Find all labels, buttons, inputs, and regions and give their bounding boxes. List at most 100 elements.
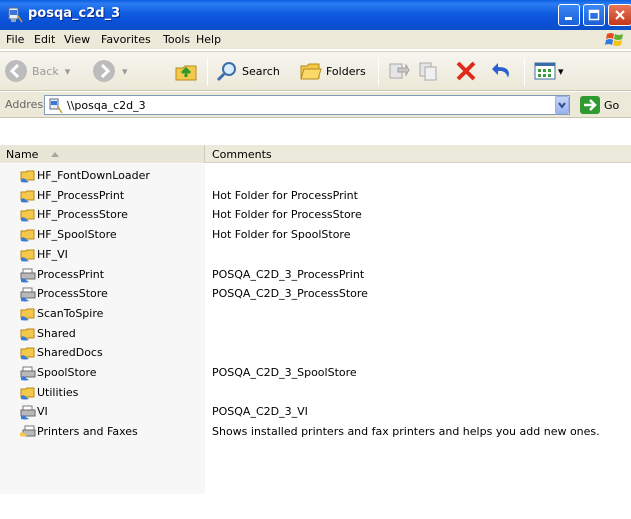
undo-icon [492, 63, 509, 78]
list-item-name: HF_VI [37, 247, 68, 261]
list-item[interactable]: Printers and Faxes Shows installed printe… [0, 421, 631, 441]
folders-button[interactable]: Folders [300, 60, 366, 82]
list-item[interactable]: SpoolStore POSQA_C2D_3_SpoolStore [0, 362, 631, 382]
menu-edit[interactable]: Edit [34, 33, 55, 46]
list-item-name: ProcessStore [37, 287, 108, 301]
column-comments-label: Comments [212, 147, 272, 161]
shared-folder-icon [20, 209, 35, 222]
shared-folder-icon [20, 190, 35, 203]
minimize-button[interactable] [558, 4, 580, 26]
list-item-comment: Hot Folder for ProcessStore [212, 208, 362, 222]
views-dropdown-icon[interactable]: ▾ [558, 65, 564, 78]
list-item[interactable]: SharedDocs [0, 342, 631, 362]
delete-button[interactable] [454, 59, 478, 83]
list-item-name: SpoolStore [37, 366, 97, 379]
chevron-down-icon [558, 102, 566, 109]
up-folder-button[interactable] [174, 59, 198, 83]
undo-button[interactable] [490, 59, 514, 83]
column-header-comments[interactable]: Comments [206, 145, 631, 163]
list-item-comment: POSQA_C2D_3_ProcessStore [212, 287, 368, 301]
list-item[interactable]: HF_ProcessPrint Hot Folder for ProcessPri… [0, 185, 631, 205]
close-icon [615, 10, 625, 20]
menu-bar: File Edit View Favorites Tools Help [0, 30, 631, 50]
list-item-comment: POSQA_C2D_3_VI [212, 405, 308, 419]
toolbar: Back ▾ ▾ Search Folders ▾ [0, 51, 631, 91]
list-item-comment: Shows installed printers and fax printer… [212, 425, 600, 439]
list-item-name: Printers and Faxes [37, 425, 138, 439]
shared-folder-icon [20, 229, 35, 242]
list-item-comment: Hot Folder for ProcessPrint [212, 188, 358, 202]
folders-label: Folders [326, 64, 366, 78]
file-list: HF_FontDownLoader HF_ProcessPrint Hot Fold… [0, 164, 631, 519]
address-input[interactable]: \\posqa_c2d_3 [44, 95, 570, 115]
column-header-name[interactable]: Name [0, 145, 205, 163]
back-button[interactable]: Back ▾ [4, 59, 70, 83]
list-item-name: Utilities [37, 385, 79, 399]
toolbar-separator [378, 58, 379, 86]
shared-printer-icon [20, 287, 36, 302]
list-item[interactable]: HF_SpoolStore Hot Folder for SpoolStore [0, 224, 631, 244]
copy-to-icon [419, 62, 437, 81]
views-button[interactable]: ▾ [534, 60, 564, 82]
shared-printer-icon [20, 268, 36, 282]
maximize-button[interactable] [583, 4, 605, 26]
network-computer-icon [49, 98, 63, 114]
menu-tools[interactable]: Tools [163, 33, 190, 46]
list-item-name: SharedDocs [37, 346, 103, 360]
title-bar[interactable]: posqa_c2d_3 [0, 0, 631, 30]
menu-view[interactable]: View [64, 33, 90, 46]
shared-folder-icon [20, 387, 35, 400]
toolbar-separator [207, 58, 208, 86]
folders-icon [300, 63, 322, 80]
list-item[interactable]: ScanToSpire [0, 303, 631, 323]
shared-folder-icon [20, 249, 35, 262]
go-arrow-icon [580, 96, 600, 114]
list-item[interactable]: ProcessPrint POSQA_C2D_3_ProcessPrint [0, 264, 631, 284]
list-item-name: ScanToSpire [37, 306, 104, 320]
minimize-icon [565, 17, 572, 20]
address-bar: Address \\posqa_c2d_3 Go [0, 92, 631, 118]
search-label: Search [242, 64, 280, 78]
list-item-comment: POSQA_C2D_3_SpoolStore [212, 366, 357, 379]
window-title: posqa_c2d_3 [28, 6, 121, 21]
list-item[interactable]: HF_ProcessStore Hot Folder for ProcessSto… [0, 204, 631, 224]
shared-folder-icon [20, 347, 35, 360]
list-item-name: HF_ProcessPrint [37, 188, 125, 202]
list-item-name: HF_SpoolStore [37, 228, 117, 242]
search-button[interactable]: Search [216, 60, 280, 82]
sort-ascending-icon [51, 152, 60, 157]
list-item-name: HF_FontDownLoader [37, 169, 150, 182]
menu-file[interactable]: File [6, 33, 24, 46]
list-item[interactable]: ProcessStore POSQA_C2D_3_ProcessStore [0, 283, 631, 303]
list-item[interactable]: Utilities [0, 382, 631, 402]
list-item[interactable]: Shared [0, 323, 631, 343]
column-name-label: Name [6, 147, 39, 161]
list-item-name: ProcessPrint [37, 267, 105, 281]
close-button[interactable] [608, 4, 631, 26]
network-computer-icon [8, 7, 23, 23]
maximize-icon [588, 9, 600, 21]
search-icon [216, 62, 236, 82]
address-dropdown-button[interactable] [555, 96, 569, 114]
copy-to-button[interactable] [418, 60, 440, 82]
list-item[interactable]: HF_VI [0, 244, 631, 264]
forward-dropdown-icon[interactable]: ▾ [122, 65, 128, 78]
list-item[interactable]: HF_FontDownLoader [0, 165, 631, 185]
up-folder-icon [175, 65, 197, 81]
address-value: \\posqa_c2d_3 [67, 99, 146, 112]
menu-favorites[interactable]: Favorites [101, 33, 151, 46]
list-item-name: Shared [37, 326, 76, 340]
shared-printer-icon [20, 366, 36, 381]
list-item-name: HF_ProcessStore [37, 208, 128, 222]
go-button[interactable]: Go [580, 96, 619, 114]
forward-button[interactable]: ▾ [92, 59, 128, 83]
back-dropdown-icon[interactable]: ▾ [65, 65, 71, 78]
move-to-button[interactable] [388, 60, 410, 82]
delete-icon [456, 61, 476, 81]
back-label: Back [32, 64, 59, 78]
column-headers: Name Comments [0, 145, 631, 163]
list-item-name: VI [37, 405, 48, 419]
list-item[interactable]: VI POSQA_C2D_3_VI [0, 401, 631, 421]
menu-help[interactable]: Help [196, 33, 221, 46]
shared-folder-icon [20, 328, 35, 341]
